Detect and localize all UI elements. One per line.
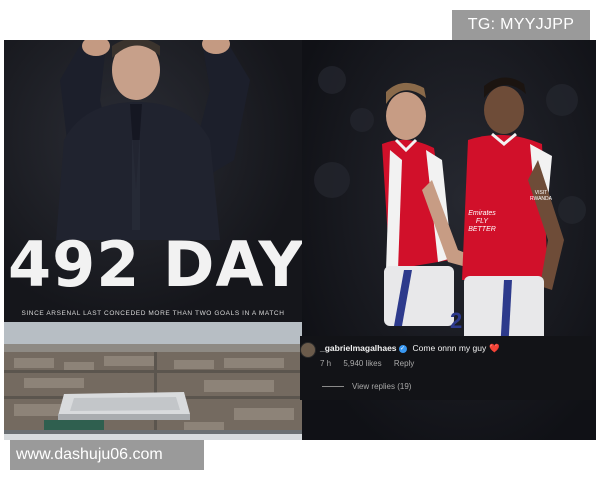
comment-likes[interactable]: 5,940 likes [343,359,381,368]
jersey-sleeve-text: VISIT RWANDA [530,190,552,202]
watermark-top-label: TG: MYYJJPP [452,10,590,40]
jersey-sponsor-text: Emirates FLY BETTER [468,210,496,233]
divider [322,386,344,388]
headline-days-count: 492 DAYS [8,228,302,301]
aerial-city-photo [4,322,302,440]
manager-photo-panel: 492 DAYS SINCE ARSENAL LAST CONCEDED MOR… [4,40,302,322]
view-replies-link[interactable]: View replies (19) [322,382,411,392]
verified-badge-icon: ✓ [398,344,407,353]
jersey-number: 2 [450,308,463,333]
comment-username[interactable]: _gabrielmagalhaes [320,343,397,353]
avatar[interactable] [300,342,316,358]
headline-subtitle: SINCE ARSENAL LAST CONCEDED MORE THAN TW… [21,310,285,317]
view-replies-label: View replies (19) [352,382,412,391]
comment-text: Come onnn my guy [412,343,487,353]
comment-time: 7 h [320,359,332,368]
heart-icon: ❤️ [489,343,500,353]
reply-button[interactable]: Reply [394,359,414,368]
comment-row: _gabrielmagalhaes ✓ Come onnn my guy ❤️ [320,342,500,354]
aerial-city-illustration [4,322,302,440]
watermark-bottom-label: www.dashuju06.com [10,440,204,470]
comment-meta: 7 h 5,940 likes Reply [320,359,424,369]
